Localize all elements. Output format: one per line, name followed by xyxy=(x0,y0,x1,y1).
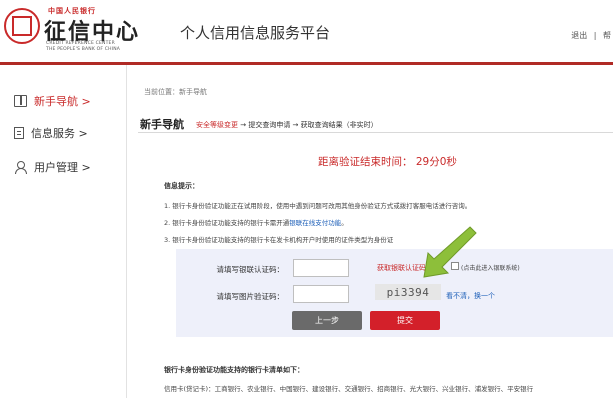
logout-link[interactable]: 退出 xyxy=(571,31,587,40)
info-heading: 信息提示： xyxy=(164,182,199,190)
book-icon xyxy=(14,95,27,107)
remaining-steps: → 提交查询申请 → 获取查询结果（非实时） xyxy=(238,121,378,129)
info-line-1: 1. 银行卡身份验证功能正在试用阶段，使用中遇到问题可改用其他身份验证方式或拨打… xyxy=(164,202,472,210)
top-links: 退出 | 帮 xyxy=(567,30,611,41)
step-indicator: 安全等级变更 → 提交查询申请 → 获取查询结果（非实时） xyxy=(196,120,378,130)
header: 中国人民银行 征信中心 CREDIT REFERENCE CENTER THE … xyxy=(0,0,613,62)
sidebar: 新手导航 > 信息服务 > 用户管理 > xyxy=(0,65,127,398)
captcha-image: pi3394 xyxy=(375,284,441,300)
current-step: 安全等级变更 xyxy=(196,121,238,129)
sidebar-item-label: 用户管理 > xyxy=(34,161,91,174)
section-title: 新手导航 xyxy=(140,118,184,131)
code-label: 请填写银联认证码： xyxy=(216,265,285,274)
captcha-label: 请填写图片验证码： xyxy=(216,292,285,301)
site-title: 个人信用信息服务平台 xyxy=(180,24,331,42)
main-content: 当前位置：新手导航 新手导航 安全等级变更 → 提交查询申请 → 获取查询结果（… xyxy=(128,65,613,398)
bank-list-heading: 银行卡身份验证功能支持的银行卡清单如下： xyxy=(164,366,304,374)
unionpay-code-input[interactable] xyxy=(293,259,349,277)
captcha-input[interactable] xyxy=(293,285,349,303)
captcha-refresh-link[interactable]: 看不清，换一个 xyxy=(446,291,495,301)
top-link-separator: | xyxy=(593,31,597,40)
help-link[interactable]: 帮 xyxy=(603,31,611,40)
user-icon xyxy=(14,161,27,174)
info-line-2-tail: 。 xyxy=(341,219,348,227)
logo-english-line2: THE PEOPLE'S BANK OF CHINA xyxy=(46,47,121,52)
countdown-timer: 距离验证结束时间： 29分0秒 xyxy=(318,156,457,168)
sidebar-item-info-service[interactable]: 信息服务 > xyxy=(14,124,88,142)
sidebar-item-guide[interactable]: 新手导航 > xyxy=(14,92,91,110)
pointer-arrow-icon xyxy=(423,226,477,278)
breadcrumb: 当前位置：新手导航 xyxy=(144,88,207,96)
previous-step-button[interactable]: 上一步 xyxy=(292,311,362,330)
logo-english-line1: CREDIT REFERENCE CENTER xyxy=(46,41,115,46)
section-header: 新手导航 安全等级变更 → 提交查询申请 → 获取查询结果（非实时） xyxy=(138,115,613,133)
sidebar-item-label: 新手导航 > xyxy=(34,95,91,108)
submit-button[interactable]: 提交 xyxy=(370,311,440,330)
info-line-2: 2. 银行卡身份验证功能支持的银行卡需开通银联在线支付功能。 xyxy=(164,217,348,227)
info-line-2-text: 2. 银行卡身份验证功能支持的银行卡需开通 xyxy=(164,219,290,227)
document-icon xyxy=(14,127,24,139)
unionpay-online-payment-link[interactable]: 银联在线支付功能 xyxy=(289,219,341,227)
bank-list-line: 信用卡(贷记卡)：工商银行、农业银行、中国银行、建设银行、交通银行、招商银行、光… xyxy=(164,385,534,393)
sidebar-item-user-management[interactable]: 用户管理 > xyxy=(14,158,91,176)
info-line-3: 3. 银行卡身份验证功能支持的银行卡在发卡机构开户时使用的证件类型为身份证 xyxy=(164,236,394,244)
page: 中国人民银行 征信中心 CREDIT REFERENCE CENTER THE … xyxy=(0,0,613,398)
sidebar-item-label: 信息服务 > xyxy=(31,127,88,140)
logo-emblem-icon xyxy=(4,8,40,44)
